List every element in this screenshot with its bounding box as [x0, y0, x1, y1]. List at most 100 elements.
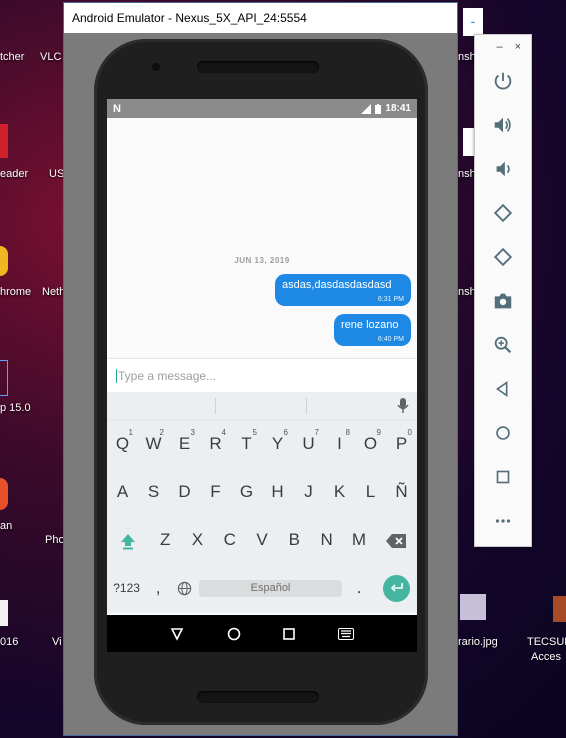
chat-area[interactable]: JUN 13, 2019 asdas,dasdasdasdasd 6:31 PM… [107, 118, 417, 358]
overview-icon [496, 470, 510, 484]
space-key[interactable]: Español [198, 579, 343, 597]
key-n-tilde[interactable]: Ñ [386, 472, 417, 512]
file-icon[interactable] [0, 600, 8, 626]
volume-down-button[interactable] [475, 147, 531, 191]
window-titlebar[interactable]: Android Emulator - Nexus_5X_API_24:5554 [64, 3, 457, 33]
key-v[interactable]: V [246, 520, 278, 560]
symbols-key[interactable]: ?123 [107, 568, 146, 608]
key-label: U [302, 434, 315, 453]
volume-down-icon [496, 161, 510, 177]
bottom-speaker [197, 691, 319, 703]
recents-icon[interactable] [283, 627, 296, 640]
overview-button[interactable] [475, 455, 531, 499]
app-icon[interactable] [0, 478, 8, 510]
message-time: 6:40 PM [377, 336, 404, 343]
key-z[interactable]: Z [149, 520, 181, 560]
front-camera [152, 63, 160, 71]
window-minimize-button[interactable]: - [463, 8, 483, 36]
key-h[interactable]: H [262, 472, 293, 512]
key-l[interactable]: L [355, 472, 386, 512]
key-r[interactable]: 4R [200, 424, 231, 464]
key-a[interactable]: A [107, 472, 138, 512]
key-number-hint: 5 [252, 428, 257, 437]
backspace-icon [386, 533, 407, 548]
desktop-icon-label[interactable]: Neth [42, 286, 65, 298]
desktop-icon-label[interactable]: rario.jpg [458, 636, 498, 648]
message-bubble[interactable]: asdas,dasdasdasdasd 6:31 PM [275, 274, 411, 306]
space-key-wrapper: Español [198, 579, 343, 597]
language-key[interactable] [170, 568, 199, 608]
key-t[interactable]: 5T [231, 424, 262, 464]
key-j[interactable]: J [293, 472, 324, 512]
camera-icon [494, 293, 512, 309]
microphone-icon[interactable] [397, 398, 409, 414]
key-b[interactable]: B [278, 520, 310, 560]
key-s[interactable]: S [138, 472, 169, 512]
enter-key[interactable] [383, 574, 411, 602]
key-f[interactable]: F [200, 472, 231, 512]
status-time: 18:41 [385, 103, 411, 114]
key-w[interactable]: 2W [138, 424, 169, 464]
desktop-icon-label[interactable]: 016 [0, 636, 18, 648]
key-k[interactable]: K [324, 472, 355, 512]
suggestion-divider [306, 398, 307, 414]
desktop-icon-label[interactable]: VLC [40, 51, 61, 63]
zoom-button[interactable] [475, 323, 531, 367]
panel-minimize-button[interactable]: – [496, 41, 502, 53]
key-d[interactable]: D [169, 472, 200, 512]
desktop-icon-label[interactable]: Pho [45, 534, 65, 546]
keyboard-row-3: Z X C V B N M [107, 520, 417, 560]
chrome-icon[interactable] [0, 246, 8, 276]
more-icon [495, 519, 511, 523]
key-number-hint: 4 [221, 428, 226, 437]
rotate-right-button[interactable] [475, 235, 531, 279]
back-icon[interactable] [170, 627, 184, 641]
suggestion-bar[interactable] [107, 392, 417, 420]
desktop-icon-label[interactable]: Vi [52, 636, 62, 648]
rotate-left-icon [493, 203, 513, 223]
key-y[interactable]: 6Y [262, 424, 293, 464]
desktop-icon-label[interactable]: US [49, 168, 64, 180]
keyboard-switch-icon[interactable] [337, 627, 354, 640]
key-i[interactable]: 8I [324, 424, 355, 464]
phone-screen[interactable]: N 18:41 JUN 13, 2019 asdas,dasdasdasdasd… [107, 99, 417, 652]
key-n[interactable]: N [310, 520, 342, 560]
home-button[interactable] [475, 411, 531, 455]
key-number-hint: 8 [345, 428, 350, 437]
key-q[interactable]: 1Q [107, 424, 138, 464]
key-m[interactable]: M [343, 520, 375, 560]
app-icon[interactable] [0, 124, 8, 158]
desktop-icon-label[interactable]: TECSUP [527, 636, 566, 648]
key-g[interactable]: G [231, 472, 262, 512]
key-c[interactable]: C [214, 520, 246, 560]
key-x[interactable]: X [181, 520, 213, 560]
key-o[interactable]: 9O [355, 424, 386, 464]
key-u[interactable]: 7U [293, 424, 324, 464]
key-p[interactable]: 0P [386, 424, 417, 464]
desktop-icon-label[interactable]: tcher [0, 51, 24, 63]
comma-key[interactable]: , [146, 568, 170, 608]
desktop-icon-label[interactable]: eader [0, 168, 28, 180]
desktop-icon-label[interactable]: hrome [0, 286, 31, 298]
back-button[interactable] [475, 367, 531, 411]
desktop-icon-label[interactable]: Acces [531, 651, 561, 663]
key-label: E [178, 434, 191, 453]
backspace-key[interactable] [375, 520, 417, 560]
desktop-icon-label[interactable]: p 15.0 [0, 402, 31, 414]
more-button[interactable] [475, 499, 531, 543]
shift-key[interactable] [107, 520, 149, 560]
app-icon[interactable] [0, 360, 8, 396]
key-e[interactable]: 3E [169, 424, 200, 464]
message-bubble[interactable]: rene lozano 6:40 PM [334, 314, 411, 346]
volume-up-button[interactable] [475, 103, 531, 147]
desktop-icon-label[interactable]: an [0, 520, 12, 532]
power-button[interactable] [475, 59, 531, 103]
message-input[interactable]: Type a message... [107, 358, 417, 392]
app-icon[interactable] [553, 596, 566, 622]
rotate-left-button[interactable] [475, 191, 531, 235]
home-icon[interactable] [227, 627, 241, 641]
panel-close-button[interactable]: × [515, 41, 521, 53]
screenshot-button[interactable] [475, 279, 531, 323]
image-file-icon[interactable] [460, 594, 486, 620]
period-key[interactable]: . [342, 568, 376, 608]
